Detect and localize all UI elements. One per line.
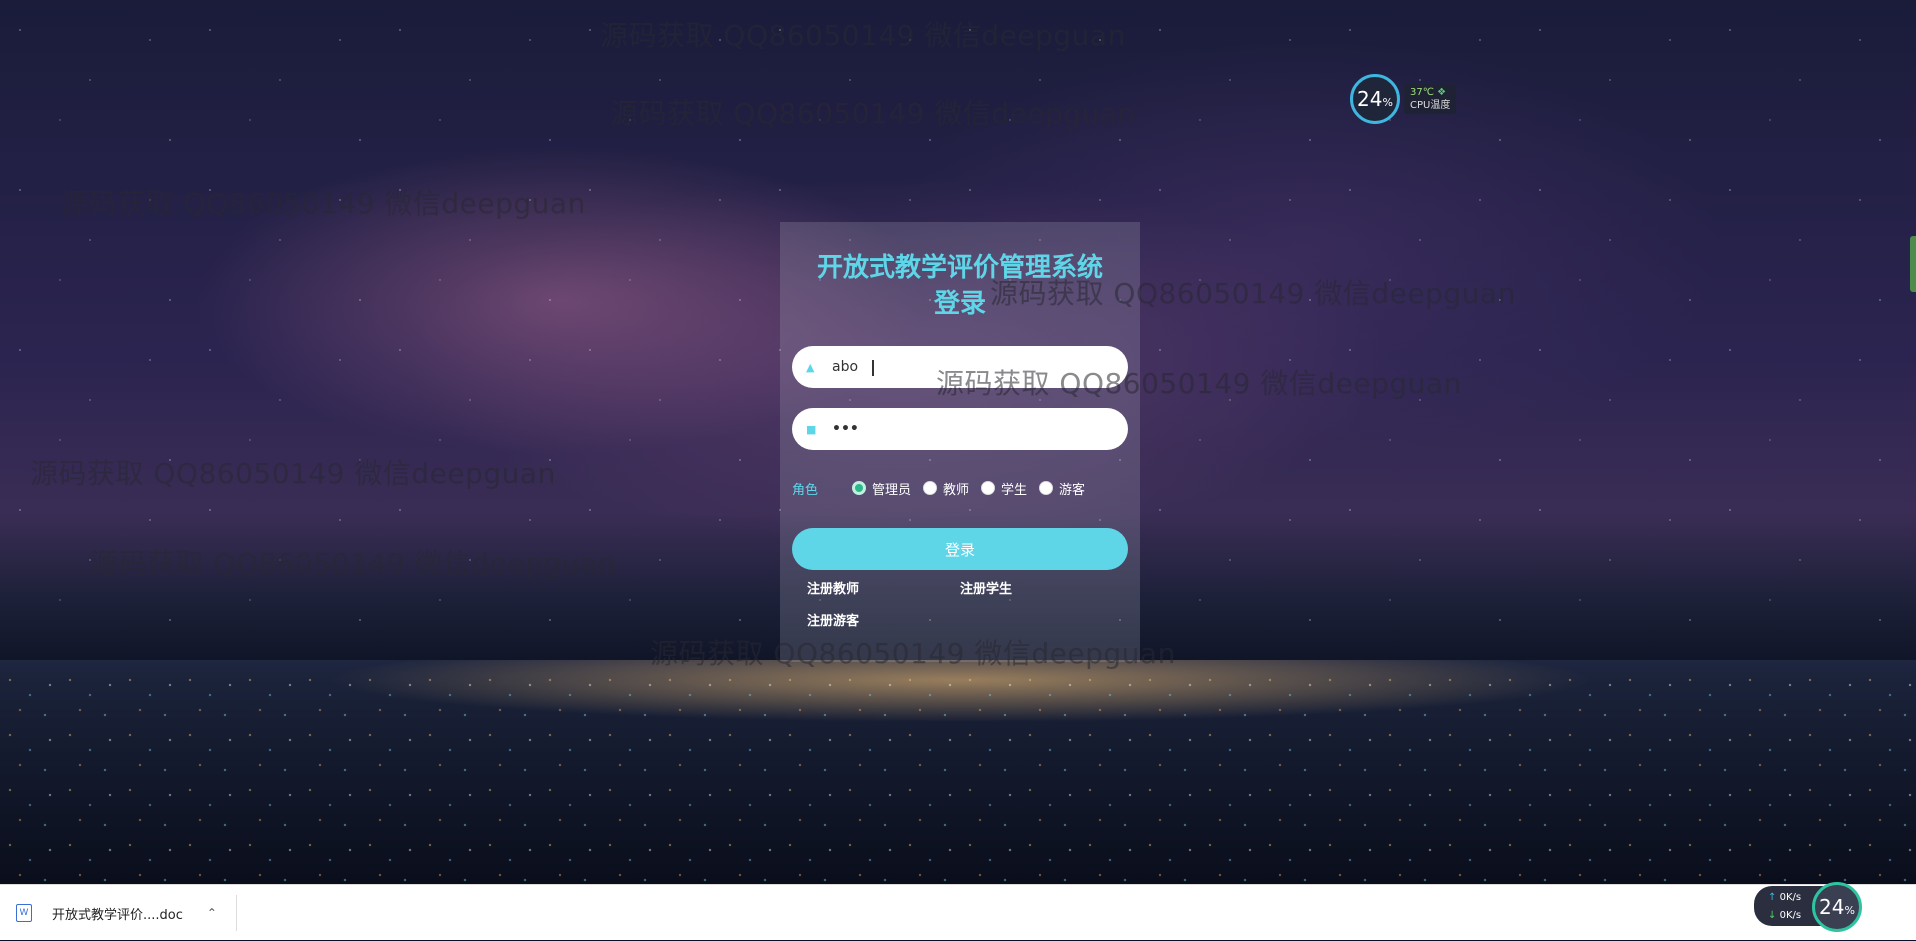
download-item[interactable]: W 开放式教学评价....doc ⌃	[16, 885, 217, 941]
user-icon: ▲	[806, 360, 815, 374]
role-radio-guest[interactable]: 游客	[1039, 479, 1085, 498]
role-option-label: 学生	[1001, 482, 1028, 498]
watermark: 源码获取 QQ86050149 微信deepguan	[30, 457, 556, 490]
document-icon: W	[16, 904, 32, 922]
username-value: abo	[832, 359, 859, 375]
cpu-usage-unit: %	[1382, 95, 1393, 109]
lock-icon: ■	[806, 422, 817, 436]
radio-icon	[1039, 481, 1054, 495]
side-edge-tab[interactable]	[1910, 236, 1916, 292]
usage-value: 24	[1819, 895, 1845, 919]
role-radio-teacher[interactable]: 教师	[923, 479, 969, 498]
download-speed: ↓ 0K/s	[1768, 910, 1801, 921]
role-option-label: 教师	[943, 482, 970, 498]
watermark: 源码获取 QQ86050149 微信deepguan	[990, 277, 1516, 310]
cpu-monitor-widget[interactable]: 24% 37℃ ❖ CPU温度	[1350, 74, 1465, 126]
login-button[interactable]: 登录	[792, 528, 1128, 570]
chevron-up-icon[interactable]: ⌃	[207, 906, 217, 920]
register-student-link[interactable]: 注册学生	[960, 578, 1012, 597]
role-selector: 角色 管理员 教师 学生 游客	[792, 476, 1128, 500]
arrow-up-icon: ↑	[1768, 892, 1777, 903]
role-option-label: 管理员	[872, 482, 912, 498]
divider	[236, 895, 237, 931]
cpu-temp-box: 37℃ ❖ CPU温度	[1404, 84, 1457, 114]
upload-unit: K/s	[1785, 892, 1802, 903]
download-file-name: 开放式教学评价....doc	[52, 907, 183, 923]
watermark: 源码获取 QQ86050149 微信deepguan	[936, 367, 1462, 400]
download-unit: K/s	[1785, 910, 1802, 921]
radio-icon	[923, 481, 938, 495]
usage-ring: 24%	[1812, 882, 1862, 932]
password-value: •••	[832, 421, 859, 437]
download-bar: W 开放式教学评价....doc ⌃	[0, 884, 1916, 940]
leaf-icon: ❖	[1437, 87, 1447, 98]
upload-speed: ↑ 0K/s	[1768, 892, 1801, 903]
text-cursor-icon	[872, 360, 874, 376]
role-label: 角色	[792, 482, 819, 498]
network-monitor-widget[interactable]: ↑ 0K/s ↓ 0K/s 24%	[1754, 882, 1874, 932]
cpu-temp-label: CPU温度	[1410, 100, 1451, 111]
watermark: 源码获取 QQ86050149 微信deepguan	[600, 19, 1126, 52]
cpu-usage-value: 24	[1357, 87, 1383, 111]
role-radio-student[interactable]: 学生	[981, 479, 1027, 498]
password-field[interactable]: ■ •••	[792, 408, 1128, 450]
role-option-label: 游客	[1059, 482, 1086, 498]
watermark: 源码获取 QQ86050149 微信deepguan	[650, 637, 1176, 670]
arrow-down-icon: ↓	[1768, 910, 1777, 921]
radio-icon	[981, 481, 996, 495]
watermark: 源码获取 QQ86050149 微信deepguan	[610, 97, 1136, 130]
register-guest-link[interactable]: 注册游客	[807, 610, 859, 629]
cpu-temp-value: 37℃	[1410, 87, 1434, 98]
register-teacher-link[interactable]: 注册教师	[807, 578, 859, 597]
radio-selected-icon	[852, 481, 866, 495]
watermark: 源码获取 QQ86050149 微信deepguan	[90, 547, 616, 580]
city-lights	[0, 670, 1916, 884]
watermark: 源码获取 QQ86050149 微信deepguan	[60, 187, 586, 220]
usage-unit: %	[1844, 903, 1855, 917]
cpu-usage-ring: 24%	[1350, 74, 1400, 124]
role-radio-admin[interactable]: 管理员	[852, 479, 911, 498]
